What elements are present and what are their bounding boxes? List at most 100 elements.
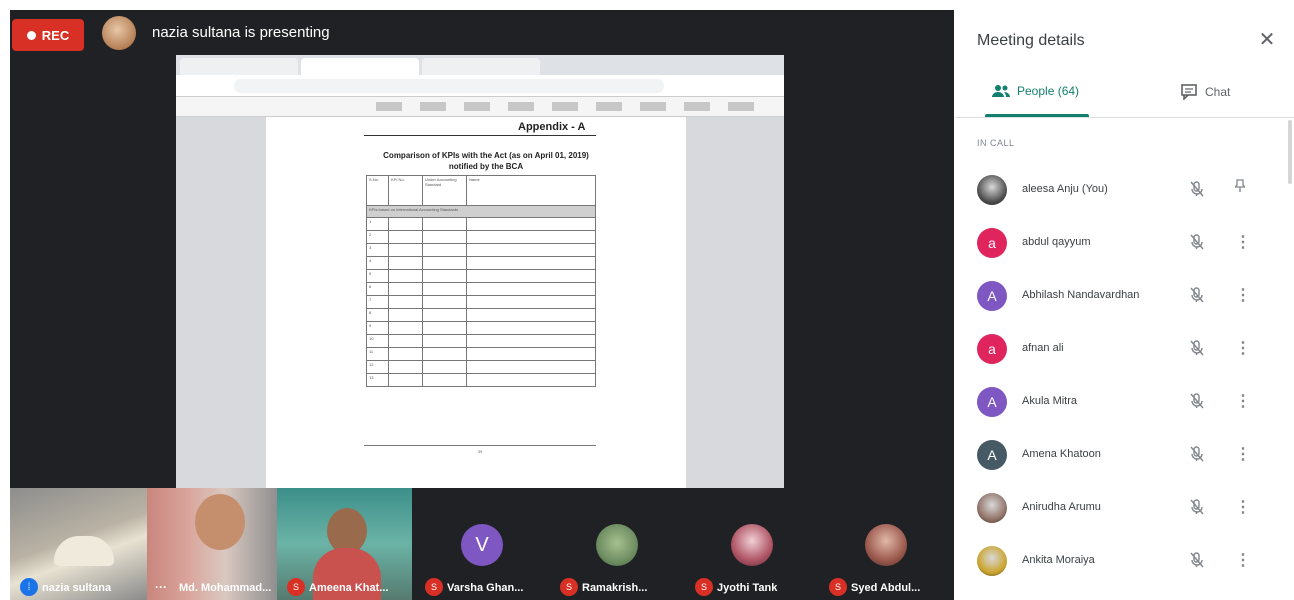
participant-row[interactable]: a abdul qayyum ⋮ <box>955 218 1285 270</box>
table-cell <box>466 334 596 348</box>
more-options-icon[interactable]: ⋮ <box>1235 444 1251 464</box>
pin-icon[interactable] <box>1233 179 1247 198</box>
close-icon[interactable]: ✕ <box>1255 28 1279 52</box>
participant-avatar: V <box>461 524 503 566</box>
presenter-banner: nazia sultana is presenting <box>152 24 330 41</box>
more-options-icon[interactable]: ⋮ <box>1235 338 1251 358</box>
table-row: 13 <box>366 373 596 387</box>
recording-label: REC <box>41 27 70 43</box>
tile-name: Ramakrish... <box>582 582 648 594</box>
document-title-line: notified by the BCA <box>448 162 524 171</box>
mic-off-icon[interactable] <box>1188 446 1206 464</box>
table-cell <box>422 269 467 283</box>
table-band-row: KPIs based on International Accounting S… <box>366 205 596 218</box>
participant-row[interactable]: Anirudha Arumu ⋮ <box>955 483 1285 535</box>
more-options-icon[interactable]: ⋮ <box>1235 550 1251 570</box>
table-row: 6 <box>366 282 596 296</box>
table-header: KPI No. <box>388 175 423 206</box>
mic-off-icon[interactable] <box>1188 181 1206 199</box>
mic-off-icon[interactable] <box>1188 287 1206 305</box>
meet-window: REC nazia sultana is presenting Appendix… <box>0 0 1294 600</box>
panel-scrollbar[interactable] <box>1288 120 1292 184</box>
table-row: 9 <box>366 321 596 335</box>
more-icon[interactable]: ··· <box>155 580 167 594</box>
record-dot-icon <box>26 30 36 40</box>
participant-row[interactable]: A Abhilash Nandavardhan ⋮ <box>955 271 1285 323</box>
mic-off-icon: S <box>287 578 305 596</box>
participant-avatar <box>977 493 1007 523</box>
table-cell <box>422 360 467 374</box>
table-row: 7 <box>366 295 596 309</box>
mic-off-icon[interactable] <box>1188 552 1206 570</box>
tile-name: Jyothi Tank <box>717 582 778 594</box>
people-icon <box>992 85 1010 97</box>
table-cell: 3 <box>366 243 389 257</box>
mic-off-icon[interactable] <box>1188 499 1206 517</box>
table-cell <box>422 295 467 309</box>
table-cell <box>466 256 596 270</box>
table-cell <box>422 347 467 361</box>
table-cell <box>388 360 423 374</box>
participant-row[interactable]: aleesa Anju (You) <box>955 165 1285 217</box>
avatar-tile[interactable]: S Syed Abdul... <box>819 488 954 600</box>
participant-name: abdul qayyum <box>1022 236 1091 248</box>
table-cell <box>388 256 423 270</box>
participant-row[interactable]: Ankita Moraiya ⋮ <box>955 536 1285 588</box>
table-cell <box>388 269 423 283</box>
table-cell: 7 <box>366 295 389 309</box>
video-tile[interactable]: ··· Md. Mohammad... <box>147 488 277 600</box>
table-cell <box>466 282 596 296</box>
more-options-icon[interactable]: ⋮ <box>1235 232 1251 252</box>
document-title: Comparison of KPIs with the Act (as on A… <box>366 150 606 172</box>
avatar-tile[interactable]: V S Varsha Ghan... <box>415 488 550 600</box>
mic-off-icon[interactable] <box>1188 234 1206 252</box>
table-cell <box>422 256 467 270</box>
recording-badge: REC <box>12 19 84 51</box>
participant-row[interactable]: a afnan ali ⋮ <box>955 324 1285 376</box>
table-cell <box>422 373 467 387</box>
participant-avatar <box>865 524 907 566</box>
mic-off-icon: S <box>829 578 847 596</box>
more-options-icon[interactable]: ⋮ <box>1235 285 1251 305</box>
presenter-avatar <box>102 16 136 50</box>
tile-name: Md. Mohammad... <box>179 582 272 594</box>
mic-off-icon[interactable] <box>1188 393 1206 411</box>
table-cell: 2 <box>366 230 389 244</box>
section-label: IN CALL <box>977 138 1015 148</box>
participant-name: Akula Mitra <box>1022 395 1078 407</box>
table-cell <box>422 217 467 231</box>
participant-avatar: a <box>977 334 1007 364</box>
participant-avatar <box>731 524 773 566</box>
more-options-icon[interactable]: ⋮ <box>1235 391 1251 411</box>
participant-strip: ⁞ nazia sultana ··· Md. Mohammad... S Am… <box>10 488 954 600</box>
participant-name: Abhilash Nandavardhan <box>1022 289 1140 301</box>
video-tile[interactable]: ⁞ nazia sultana <box>10 488 147 600</box>
video-tile[interactable]: S Ameena Khat... <box>277 488 412 600</box>
table-row: 12 <box>366 360 596 374</box>
table-cell <box>422 321 467 335</box>
table-cell <box>466 269 596 283</box>
tab-people[interactable]: People (64) <box>991 84 1079 98</box>
table-cell <box>388 243 423 257</box>
participant-row[interactable]: A Akula Mitra ⋮ <box>955 377 1285 429</box>
document-table: S.No. KPI No. Under Accounting Standard … <box>366 175 596 387</box>
avatar-tile[interactable]: S Ramakrish... <box>550 488 685 600</box>
tile-name: nazia sultana <box>42 582 112 594</box>
tab-chat[interactable]: Chat <box>1181 84 1230 100</box>
browser-tab-active <box>301 58 419 75</box>
mic-off-icon[interactable] <box>1188 340 1206 358</box>
participant-avatar <box>977 175 1007 205</box>
pdf-toolbar <box>176 97 784 117</box>
table-row: 3 <box>366 243 596 257</box>
table-cell: 13 <box>366 373 389 387</box>
document-page: Appendix - A Comparison of KPIs with the… <box>266 117 686 488</box>
table-cell <box>388 217 423 231</box>
participant-avatar: A <box>977 440 1007 470</box>
participant-row[interactable]: A Amena Khatoon ⋮ <box>955 430 1285 482</box>
avatar-tile[interactable]: S Jyothi Tank <box>685 488 820 600</box>
participant-name: Anirudha Arumu <box>1022 501 1101 513</box>
table-header: Under Accounting Standard <box>422 175 467 206</box>
more-options-icon[interactable]: ⋮ <box>1235 497 1251 517</box>
table-cell <box>466 295 596 309</box>
chat-icon <box>1181 84 1197 100</box>
